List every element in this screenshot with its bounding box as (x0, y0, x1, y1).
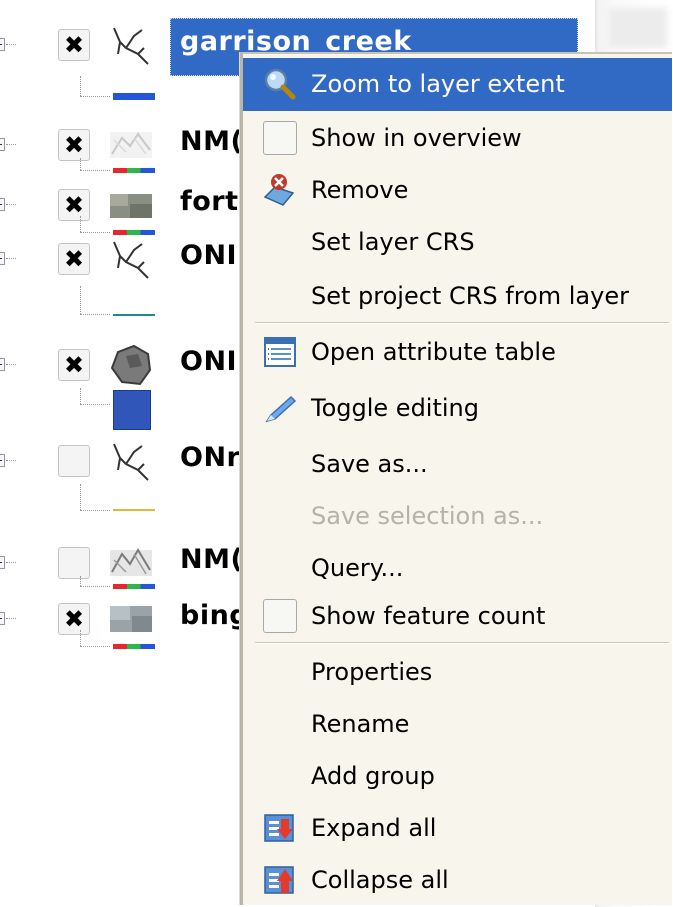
tree-connector (80, 576, 81, 586)
tree-connector (6, 258, 16, 259)
menu-item-set-project-crs-from-layer[interactable]: Set project CRS from layer (243, 270, 672, 323)
tree-connector (6, 460, 16, 461)
checkbox-icon[interactable] (263, 599, 297, 633)
layer-name: ONI (180, 346, 238, 377)
layer-visibility-checkbox[interactable] (58, 445, 90, 477)
menu-item-expand-all[interactable]: Expand all (243, 802, 672, 855)
collapse-toggle[interactable] (0, 138, 5, 151)
tree-connector (80, 232, 110, 233)
legend-symbol-line (113, 314, 155, 316)
legend-symbol-rgb (113, 584, 155, 589)
menu-item-label: Toggle editing (311, 394, 479, 422)
menu-item-label: Save as... (311, 450, 428, 478)
menu-separator (255, 642, 669, 644)
menu-item-label: Properties (311, 658, 433, 686)
tree-connector (80, 586, 110, 587)
tree-connector (80, 286, 81, 314)
tree-connector (6, 44, 16, 45)
menu-item-label: Set project CRS from layer (311, 282, 629, 310)
layer-visibility-checkbox[interactable]: ✖ (58, 29, 90, 61)
layer-name: ONr (180, 442, 241, 473)
layer-visibility-checkbox[interactable] (58, 547, 90, 579)
legend-symbol-rgb (113, 644, 155, 649)
menu-item-save-selection-as: Save selection as... (243, 490, 672, 543)
menu-item-label: Set layer CRS (311, 228, 475, 256)
collapse-toggle[interactable] (0, 38, 5, 51)
tree-connector (6, 364, 16, 365)
menu-item-label: Save selection as... (311, 502, 544, 530)
tree-connector (80, 314, 110, 315)
line-layer-icon (113, 27, 149, 65)
menu-item-zoom-to-layer-extent[interactable]: Zoom to layer extent (243, 58, 672, 111)
tree-connector (6, 562, 16, 563)
tree-connector (80, 404, 110, 405)
collapse-toggle[interactable] (0, 252, 5, 265)
collapse-toggle[interactable] (0, 358, 5, 371)
menu-item-label: Show feature count (311, 602, 546, 630)
legend-symbol-line (113, 509, 155, 511)
polygon-layer-icon (110, 344, 152, 386)
menu-item-label: Add group (311, 762, 435, 790)
collapse-toggle[interactable] (0, 612, 5, 625)
remove-layer-icon (263, 174, 295, 206)
menu-item-label: Open attribute table (311, 338, 556, 366)
line-layer-icon (113, 241, 149, 279)
table-icon (264, 337, 296, 367)
legend-symbol-line (113, 93, 155, 100)
menu-item-rename[interactable]: Rename (243, 698, 672, 751)
tree-connector (80, 646, 110, 647)
layer-name: NM( (180, 126, 244, 157)
menu-item-label: Query... (311, 554, 404, 582)
tree-connector (80, 216, 81, 232)
menu-item-open-attribute-table[interactable]: Open attribute table (243, 326, 672, 379)
layer-context-menu: Zoom to layer extent Show in overview Re… (240, 52, 672, 905)
collapse-toggle[interactable] (0, 198, 5, 211)
menu-item-show-in-overview[interactable]: Show in overview (243, 112, 672, 165)
menu-item-label: Remove (311, 176, 409, 204)
menu-item-label: Rename (311, 710, 410, 738)
tree-connector (6, 144, 16, 145)
menu-item-label: Expand all (311, 814, 437, 842)
tree-connector (6, 618, 16, 619)
collapse-all-icon (264, 866, 294, 894)
menu-item-query[interactable]: Query... (243, 542, 672, 595)
tree-connector (80, 170, 110, 171)
tree-connector (80, 630, 81, 646)
tree-connector (80, 76, 81, 96)
tree-connector (80, 158, 81, 170)
line-layer-icon (113, 443, 149, 481)
menu-separator (255, 322, 669, 324)
tree-connector (80, 510, 110, 511)
tree-connector (80, 96, 110, 97)
menu-item-save-as[interactable]: Save as... (243, 438, 672, 491)
layer-name: NM( (180, 544, 244, 575)
menu-item-label: Zoom to layer extent (311, 70, 565, 98)
tree-connector (6, 204, 16, 205)
menu-item-show-feature-count[interactable]: Show feature count (243, 590, 672, 643)
menu-item-remove[interactable]: Remove (243, 164, 672, 217)
layer-visibility-checkbox[interactable]: ✖ (58, 349, 90, 381)
menu-item-label: Collapse all (311, 866, 449, 894)
menu-item-properties[interactable]: Properties (243, 646, 672, 699)
expand-all-icon (264, 814, 294, 842)
menu-item-add-group[interactable]: Add group (243, 750, 672, 803)
checkbox-icon[interactable] (263, 121, 297, 155)
collapse-toggle[interactable] (0, 454, 5, 467)
menu-item-collapse-all[interactable]: Collapse all (243, 854, 672, 907)
menu-item-toggle-editing[interactable]: Toggle editing (243, 382, 672, 435)
layer-name: ONI (180, 240, 238, 271)
collapse-toggle[interactable] (0, 556, 5, 569)
pencil-icon (265, 395, 297, 423)
layer-name: bing (180, 600, 250, 631)
layer-visibility-checkbox[interactable]: ✖ (58, 243, 90, 275)
menu-item-set-layer-crs[interactable]: Set layer CRS (243, 216, 672, 269)
legend-symbol-rgb (113, 168, 155, 173)
magnifier-icon (264, 68, 296, 100)
menu-item-label: Show in overview (311, 124, 522, 152)
legend-symbol-polygon (113, 390, 151, 430)
tree-connector (80, 484, 81, 510)
tree-connector (80, 388, 81, 404)
layer-visibility-checkbox[interactable]: ✖ (58, 129, 90, 161)
